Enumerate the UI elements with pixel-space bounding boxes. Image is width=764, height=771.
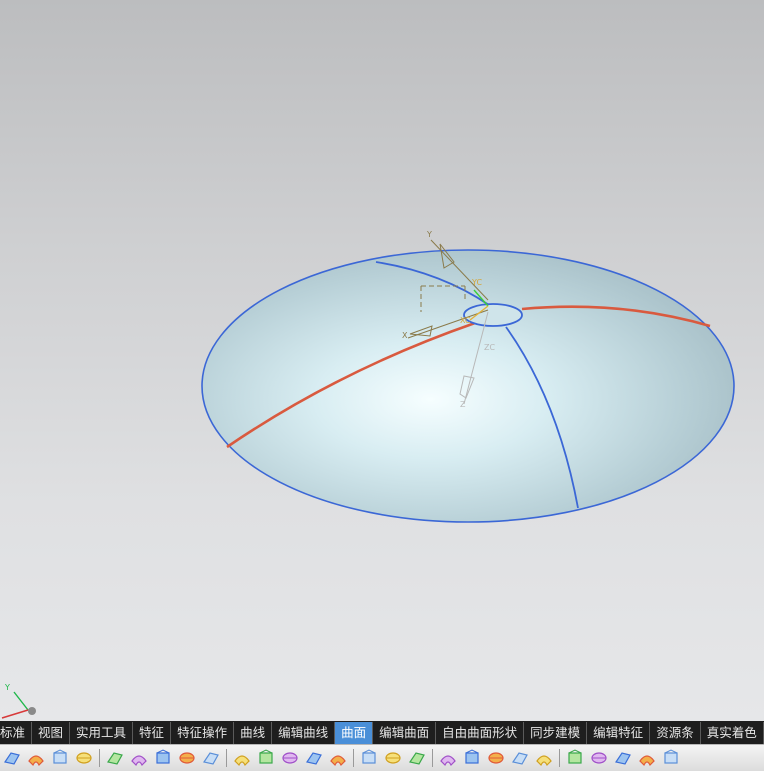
flange-icon[interactable] bbox=[638, 749, 656, 767]
divide-face-icon[interactable] bbox=[614, 749, 632, 767]
enlarge-icon[interactable] bbox=[511, 749, 529, 767]
extension-icon[interactable] bbox=[281, 749, 299, 767]
wcs-z-label: Z bbox=[460, 400, 466, 409]
through-points-icon[interactable] bbox=[27, 749, 45, 767]
toolbar-separator bbox=[99, 749, 100, 767]
surface-toolbar bbox=[0, 744, 764, 771]
toolbar-separator bbox=[559, 749, 560, 767]
tab-4[interactable]: 特征操作 bbox=[171, 722, 235, 744]
tab-9[interactable]: 自由曲面形状 bbox=[436, 722, 525, 744]
section-surface-icon[interactable] bbox=[202, 749, 220, 767]
patch-icon[interactable] bbox=[590, 749, 608, 767]
toolbar-tab-bar: 标准 视图 实用工具 特征 特征操作 曲线 编辑曲线 曲面 编辑曲面 自由曲面形状 同步建模 编辑特征… bbox=[0, 721, 764, 744]
toolbar-separator bbox=[226, 749, 227, 767]
tab-6[interactable]: 编辑曲线 bbox=[272, 722, 336, 744]
wcs-x-label: X bbox=[402, 331, 408, 340]
wcs-y-label: Y bbox=[426, 230, 432, 239]
tab-0[interactable]: 标准 bbox=[0, 722, 33, 744]
trim-sheet-icon[interactable] bbox=[305, 749, 323, 767]
bridge-surface-icon[interactable] bbox=[233, 749, 251, 767]
global-shaping-icon[interactable] bbox=[439, 749, 457, 767]
swept-icon[interactable] bbox=[178, 749, 196, 767]
tab-1[interactable]: 视图 bbox=[32, 722, 71, 744]
thicken-icon[interactable] bbox=[360, 749, 378, 767]
yc-label: YC bbox=[471, 278, 482, 287]
sew-icon[interactable] bbox=[329, 749, 347, 767]
graphics-window[interactable]: Y X ZC Z YC XC Y bbox=[0, 0, 764, 721]
tab-8[interactable]: 编辑曲面 bbox=[373, 722, 437, 744]
xc-label: XC bbox=[460, 316, 471, 325]
tab-13[interactable]: 真实着色 bbox=[701, 722, 764, 744]
through-curve-mesh-icon[interactable] bbox=[130, 749, 148, 767]
tab-3[interactable]: 特征 bbox=[133, 722, 172, 744]
tab-12[interactable]: 资源条 bbox=[650, 722, 701, 744]
through-curves-icon[interactable] bbox=[106, 749, 124, 767]
n-sided-surface-icon[interactable] bbox=[154, 749, 172, 767]
view-triad bbox=[1, 691, 36, 719]
i-form-icon[interactable] bbox=[487, 749, 505, 767]
x-form-icon[interactable] bbox=[463, 749, 481, 767]
tab-2[interactable]: 实用工具 bbox=[70, 722, 134, 744]
model-view[interactable]: Y X ZC Z YC XC Y bbox=[0, 0, 764, 721]
ruled-surface-icon[interactable] bbox=[75, 749, 93, 767]
blend-icon[interactable] bbox=[384, 749, 402, 767]
styled-sweep-icon[interactable] bbox=[662, 749, 680, 767]
point-surface-icon[interactable] bbox=[3, 749, 21, 767]
toolbar-separator bbox=[353, 749, 354, 767]
offset-surface-icon[interactable] bbox=[257, 749, 275, 767]
from-poles-icon[interactable] bbox=[51, 749, 69, 767]
transition-icon[interactable] bbox=[566, 749, 584, 767]
tab-11[interactable]: 编辑特征 bbox=[587, 722, 651, 744]
mini-triad-y-label: Y bbox=[4, 683, 10, 692]
law-extension-icon[interactable] bbox=[535, 749, 553, 767]
dome-surface[interactable] bbox=[201, 249, 735, 523]
toolbar-separator bbox=[432, 749, 433, 767]
tab-5[interactable]: 曲线 bbox=[234, 722, 273, 744]
zc-label: ZC bbox=[484, 343, 495, 352]
tab-7[interactable]: 曲面 bbox=[335, 722, 374, 744]
face-blend-icon[interactable] bbox=[408, 749, 426, 767]
tab-10[interactable]: 同步建模 bbox=[524, 722, 588, 744]
